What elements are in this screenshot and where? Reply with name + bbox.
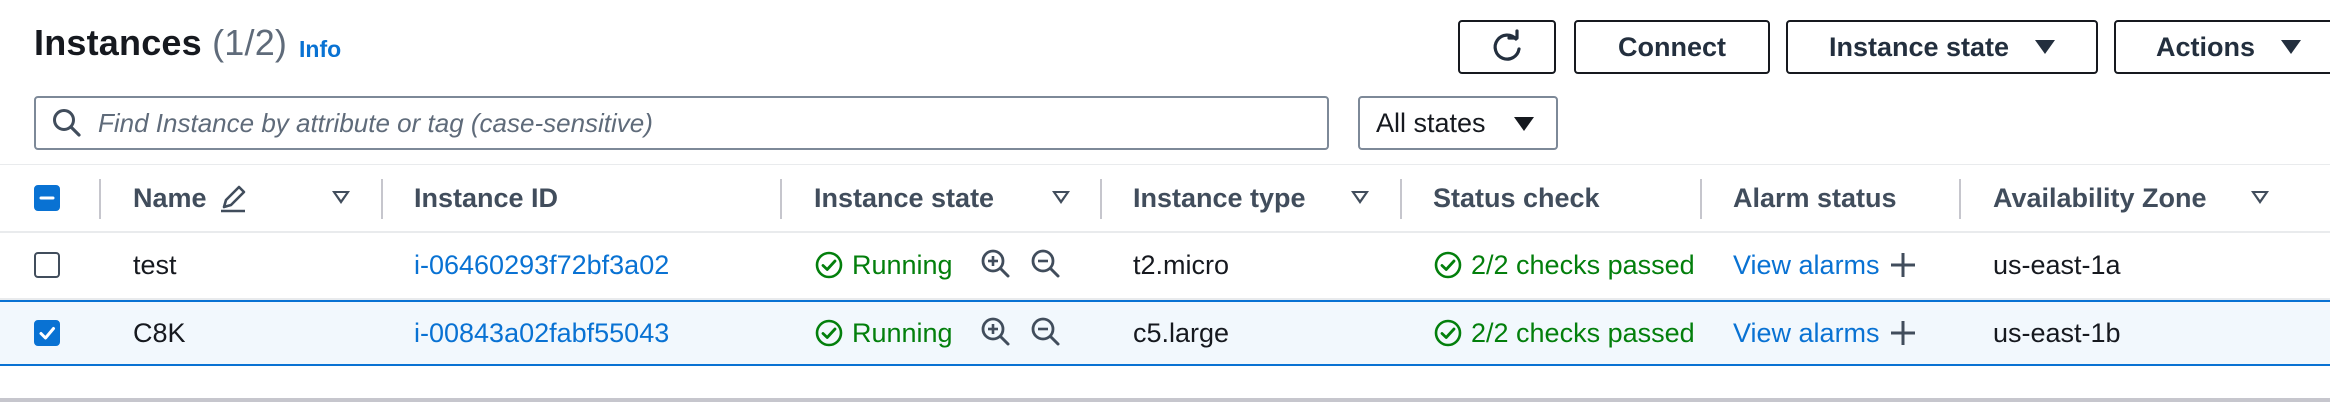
page-title: Instances (1/2) bbox=[34, 22, 287, 64]
info-link[interactable]: Info bbox=[299, 36, 341, 63]
check-circle-icon bbox=[1434, 319, 1462, 347]
refresh-icon bbox=[1493, 29, 1521, 61]
check-circle-icon bbox=[1434, 251, 1462, 279]
column-separator bbox=[1700, 179, 1702, 219]
table-row[interactable]: C8K i-00843a02fabf55043 Running c5.large bbox=[0, 300, 2330, 366]
check-circle-icon bbox=[815, 319, 843, 347]
view-alarms-link[interactable]: View alarms bbox=[1733, 250, 1880, 281]
sort-icon[interactable] bbox=[1052, 191, 1070, 204]
column-separator bbox=[1400, 179, 1402, 219]
column-separator bbox=[381, 179, 383, 219]
availability-zone: us-east-1a bbox=[1993, 249, 2121, 280]
connect-button[interactable]: Connect bbox=[1574, 20, 1770, 74]
column-header-label: Instance type bbox=[1133, 182, 1306, 213]
instance-state-button-label: Instance state bbox=[1828, 31, 2010, 62]
table-header: Name Instance ID Instance state Instance… bbox=[0, 164, 2330, 233]
column-separator bbox=[99, 179, 101, 219]
column-separator bbox=[1100, 179, 1102, 219]
caret-down-icon bbox=[1514, 117, 1534, 131]
instance-state-button[interactable]: Instance state bbox=[1786, 20, 2098, 74]
instance-name: test bbox=[133, 249, 177, 280]
zoom-out-icon[interactable] bbox=[1030, 316, 1062, 348]
select-all-checkbox[interactable] bbox=[34, 185, 60, 211]
status-check-label: 2/2 checks passed bbox=[1471, 249, 1695, 280]
column-header-instance-type[interactable]: Instance type bbox=[1133, 165, 1306, 231]
plus-icon[interactable] bbox=[1888, 250, 1918, 280]
sort-icon[interactable] bbox=[2251, 191, 2269, 204]
column-header-label: Alarm status bbox=[1733, 182, 1897, 213]
column-header-label: Availability Zone bbox=[1993, 182, 2207, 213]
zoom-out-icon[interactable] bbox=[1030, 248, 1062, 280]
column-header-name[interactable]: Name bbox=[133, 165, 249, 231]
zoom-in-icon[interactable] bbox=[980, 316, 1012, 348]
instance-type: c5.large bbox=[1133, 317, 1230, 348]
status-check: 2/2 checks passed bbox=[1433, 300, 1695, 366]
column-header-label: Status check bbox=[1433, 182, 1600, 213]
column-header-alarm-status[interactable]: Alarm status bbox=[1733, 165, 1897, 231]
column-header-status-check[interactable]: Status check bbox=[1433, 165, 1600, 231]
status-check: 2/2 checks passed bbox=[1433, 232, 1695, 298]
column-separator bbox=[1959, 179, 1961, 219]
instance-state: Running bbox=[814, 300, 953, 366]
column-header-instance-id[interactable]: Instance ID bbox=[414, 165, 558, 231]
zoom-in-icon[interactable] bbox=[980, 248, 1012, 280]
caret-down-icon bbox=[2281, 40, 2302, 54]
column-header-instance-state[interactable]: Instance state bbox=[814, 165, 994, 231]
actions-button-label: Actions bbox=[2156, 31, 2256, 62]
search-icon bbox=[53, 109, 81, 137]
edit-pencil-icon bbox=[220, 185, 245, 213]
table-row[interactable]: test i-06460293f72bf3a02 Running t2.micr… bbox=[0, 232, 2330, 300]
instance-id-link[interactable]: i-00843a02fabf55043 bbox=[414, 300, 669, 366]
connect-button-label: Connect bbox=[1618, 31, 1726, 62]
indeterminate-icon bbox=[39, 196, 55, 200]
instances-panel: Instances (1/2) Info Connect Instance st… bbox=[0, 0, 2330, 402]
page-title-text: Instances bbox=[34, 22, 202, 63]
sort-icon[interactable] bbox=[332, 191, 350, 204]
states-filter-select[interactable]: All states bbox=[1358, 96, 1558, 150]
plus-icon[interactable] bbox=[1888, 318, 1918, 348]
column-header-availability-zone[interactable]: Availability Zone bbox=[1993, 165, 2207, 231]
view-alarms-link[interactable]: View alarms bbox=[1733, 318, 1880, 349]
instance-name: C8K bbox=[133, 317, 186, 348]
alarm-status: View alarms bbox=[1733, 232, 1918, 298]
sort-icon[interactable] bbox=[1351, 191, 1369, 204]
instance-state-label: Running bbox=[852, 249, 953, 280]
instance-state: Running bbox=[814, 232, 953, 298]
availability-zone: us-east-1b bbox=[1993, 317, 2121, 348]
column-header-label: Instance state bbox=[814, 182, 995, 213]
instance-type: t2.micro bbox=[1133, 249, 1230, 280]
states-filter-value: All states bbox=[1376, 107, 1486, 138]
panel-bottom-border bbox=[0, 398, 2330, 402]
column-header-label: Name bbox=[133, 182, 207, 213]
search-box[interactable] bbox=[34, 96, 1329, 150]
selection-count: (1/2) bbox=[212, 22, 288, 63]
row-checkbox[interactable] bbox=[34, 320, 60, 346]
alarm-status: View alarms bbox=[1733, 300, 1918, 366]
column-header-label: Instance ID bbox=[414, 182, 559, 213]
instance-id-link[interactable]: i-06460293f72bf3a02 bbox=[414, 232, 669, 298]
instance-state-label: Running bbox=[852, 317, 953, 348]
refresh-button[interactable] bbox=[1458, 20, 1556, 74]
row-checkbox[interactable] bbox=[34, 252, 60, 278]
check-circle-icon bbox=[815, 251, 843, 279]
caret-down-icon bbox=[2035, 40, 2056, 54]
column-separator bbox=[780, 179, 782, 219]
checkmark-icon bbox=[39, 327, 55, 340]
actions-button[interactable]: Actions bbox=[2114, 20, 2330, 74]
search-input[interactable] bbox=[98, 107, 1278, 139]
status-check-label: 2/2 checks passed bbox=[1471, 317, 1695, 348]
